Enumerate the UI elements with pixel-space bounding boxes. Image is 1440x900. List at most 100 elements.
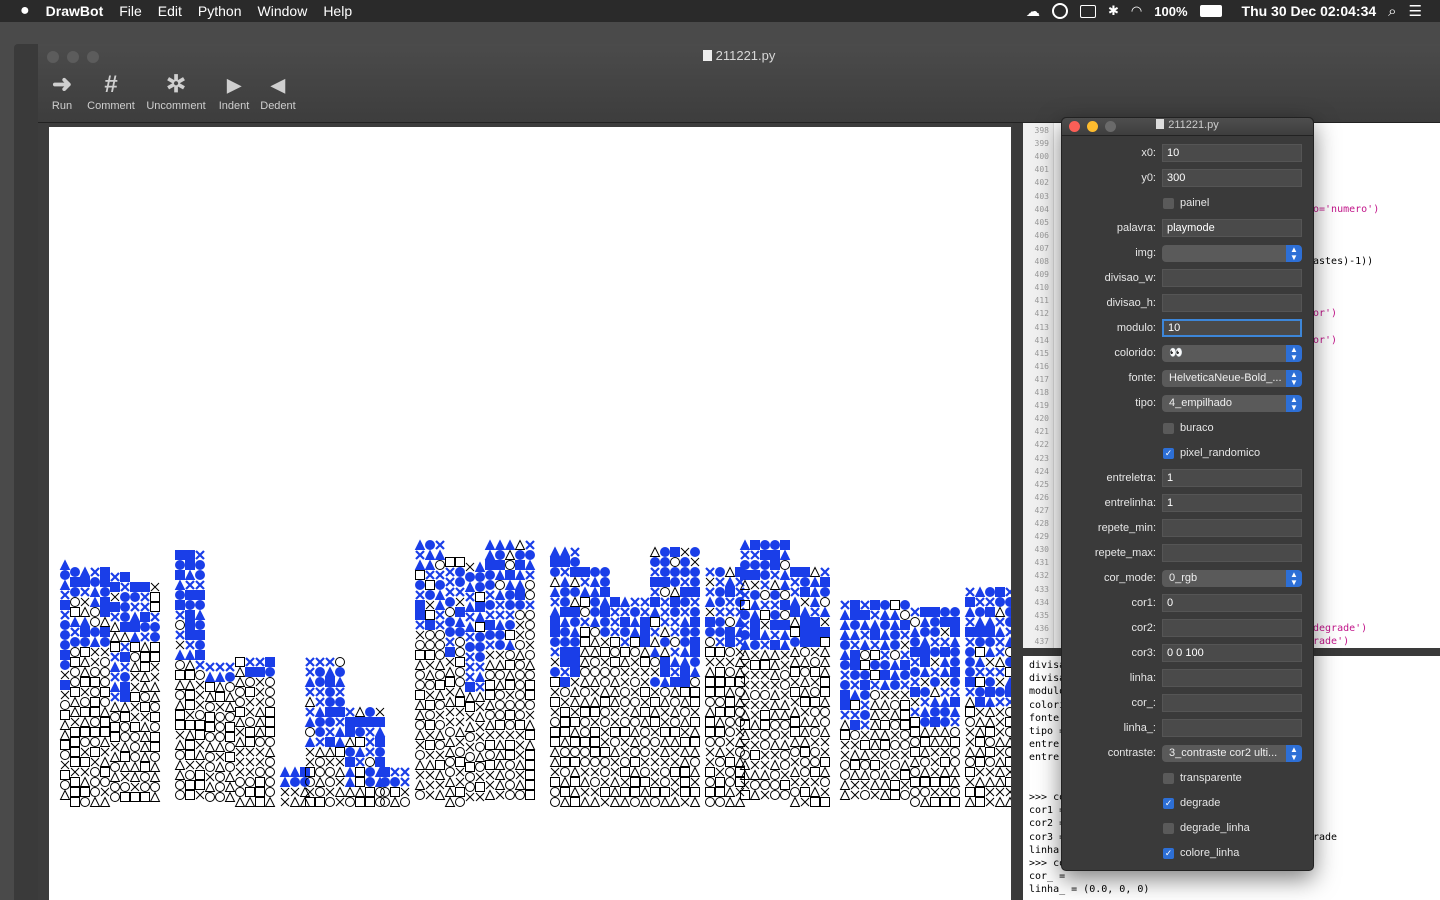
wifi-icon[interactable]: ◠ [1131, 3, 1142, 19]
checkbox-label[interactable]: buraco [1180, 422, 1214, 434]
module-shape [465, 702, 475, 712]
module-shape [600, 777, 610, 787]
module-shape [80, 597, 90, 607]
checkbox-label[interactable]: degrade_linha [1180, 822, 1250, 834]
module-shape [770, 540, 780, 550]
module-shape [109, 771, 121, 782]
module-shape [424, 759, 436, 770]
module-shape [740, 570, 750, 580]
module-shape [800, 627, 810, 637]
input-divisao-h[interactable] [1162, 294, 1302, 312]
circle-icon[interactable] [1052, 3, 1069, 19]
module-shape [900, 600, 910, 610]
input-entreletra[interactable]: 1 [1162, 469, 1302, 487]
input-palavra[interactable]: playmode [1162, 219, 1302, 237]
module-shape [995, 637, 1005, 647]
console-line: cor_ = [1029, 871, 1066, 883]
checkbox-painel[interactable] [1163, 198, 1174, 209]
input-cor-[interactable] [1162, 694, 1302, 712]
apple-icon[interactable]: ● [0, 0, 38, 22]
input-repete-max[interactable] [1162, 544, 1302, 562]
battery-icon[interactable] [1199, 5, 1222, 17]
checkbox-label[interactable]: pixel_randomico [1180, 447, 1260, 459]
input-linha[interactable] [1162, 669, 1302, 687]
select-fonte[interactable]: HelveticaNeue-Bold_... ▲ ▼ [1162, 370, 1302, 387]
module-shape [365, 787, 375, 797]
module-shape [325, 687, 335, 697]
module-shape [335, 697, 345, 707]
list-icon[interactable]: ☰ [1409, 2, 1422, 20]
module-shape [484, 789, 496, 800]
input-linha-[interactable] [1162, 719, 1302, 737]
vertical-splitter[interactable] [1013, 123, 1023, 900]
checkbox-degrade[interactable]: ✓ [1163, 798, 1174, 809]
module-shape [870, 640, 880, 650]
clock[interactable]: Thu 30 Dec 02:04:34 [1242, 3, 1377, 19]
select-img[interactable]: ▲ ▼ [1162, 245, 1302, 262]
dedent-button[interactable]: ◀ Dedent [257, 70, 299, 112]
menu-python[interactable]: Python [190, 0, 250, 22]
checkbox-label[interactable]: transparente [1180, 772, 1242, 784]
comment-button[interactable]: # Comment [84, 70, 138, 112]
input-cor1[interactable]: 0 [1162, 594, 1302, 612]
menu-help[interactable]: Help [315, 0, 360, 22]
module-shape [840, 710, 850, 720]
module-shape [325, 677, 335, 687]
module-shape [550, 777, 560, 787]
module-shape [380, 777, 390, 787]
checkbox-buraco[interactable] [1163, 423, 1174, 434]
input-cor3[interactable]: 0 0 100 [1162, 644, 1302, 662]
module-shape [890, 700, 900, 710]
bluetooth-icon[interactable]: ✱ [1108, 3, 1119, 19]
module-shape [525, 760, 535, 770]
select-contraste[interactable]: 3_contraste cor2 ulti... ▲ ▼ [1162, 745, 1302, 762]
checkbox-colore-linha[interactable]: ✓ [1163, 848, 1174, 859]
checkbox-degrade-linha[interactable] [1163, 823, 1174, 834]
checkbox-transparente[interactable] [1163, 773, 1174, 784]
module-shape [235, 777, 245, 787]
checkbox-label[interactable]: colore_linha [1180, 847, 1239, 859]
module-shape [994, 626, 1006, 637]
input-modulo[interactable]: 10 [1162, 319, 1302, 337]
input-cor2[interactable] [1162, 619, 1302, 637]
module-shape [850, 610, 860, 620]
module-shape [205, 792, 215, 802]
module-shape [365, 777, 375, 787]
module-shape [425, 720, 435, 730]
input-divisao-w[interactable] [1162, 269, 1302, 287]
select-tipo[interactable]: 4_empilhado ▲ ▼ [1162, 395, 1302, 412]
menu-window[interactable]: Window [250, 0, 316, 22]
uncomment-button[interactable]: ✲ Uncomment [143, 70, 209, 112]
module-shape [175, 570, 185, 580]
module-shape [715, 777, 725, 787]
input-repete-min[interactable] [1162, 519, 1302, 537]
checkbox-label[interactable]: painel [1180, 197, 1209, 209]
module-shape [869, 699, 881, 710]
module-shape [515, 620, 525, 630]
module-shape [910, 787, 920, 797]
drawing-canvas[interactable] [49, 127, 1011, 900]
module-shape [939, 666, 951, 677]
creative-cloud-icon[interactable]: ☁ [1026, 3, 1040, 20]
chevron-updown-icon: ▲ ▼ [1286, 395, 1302, 412]
module-shape [790, 637, 800, 647]
menu-edit[interactable]: Edit [150, 0, 190, 22]
menu-file[interactable]: File [111, 0, 150, 22]
select-colorido[interactable]: 👀 ▲ ▼ [1162, 345, 1302, 362]
module-shape [80, 727, 90, 737]
keyboard-icon[interactable] [1080, 4, 1097, 18]
run-button[interactable]: ➜ Run [48, 70, 76, 112]
input-y0[interactable]: 300 [1162, 169, 1302, 187]
indent-button[interactable]: ▶ Indent [215, 70, 253, 112]
module-shape [120, 572, 130, 582]
search-icon[interactable]: ⌕ [1388, 3, 1396, 20]
input-entrelinha[interactable]: 1 [1162, 494, 1302, 512]
module-shape [705, 757, 715, 767]
checkbox-label[interactable]: degrade [1180, 797, 1220, 809]
checkbox-pixel-randomico[interactable]: ✓ [1163, 448, 1174, 459]
menu-app-name[interactable]: DrawBot [38, 0, 112, 22]
input-x0[interactable]: 10 [1162, 144, 1302, 162]
select-cor-mode[interactable]: 0_rgb ▲ ▼ [1162, 570, 1302, 587]
module-shape [975, 607, 985, 617]
module-shape [725, 657, 735, 667]
